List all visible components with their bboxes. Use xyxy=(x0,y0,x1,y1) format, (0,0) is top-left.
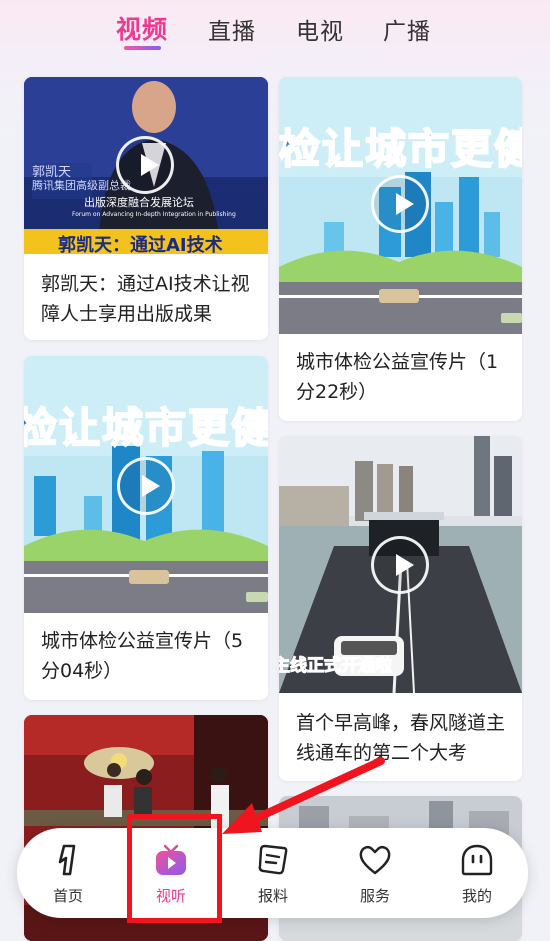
annotation-arrow xyxy=(222,757,385,834)
